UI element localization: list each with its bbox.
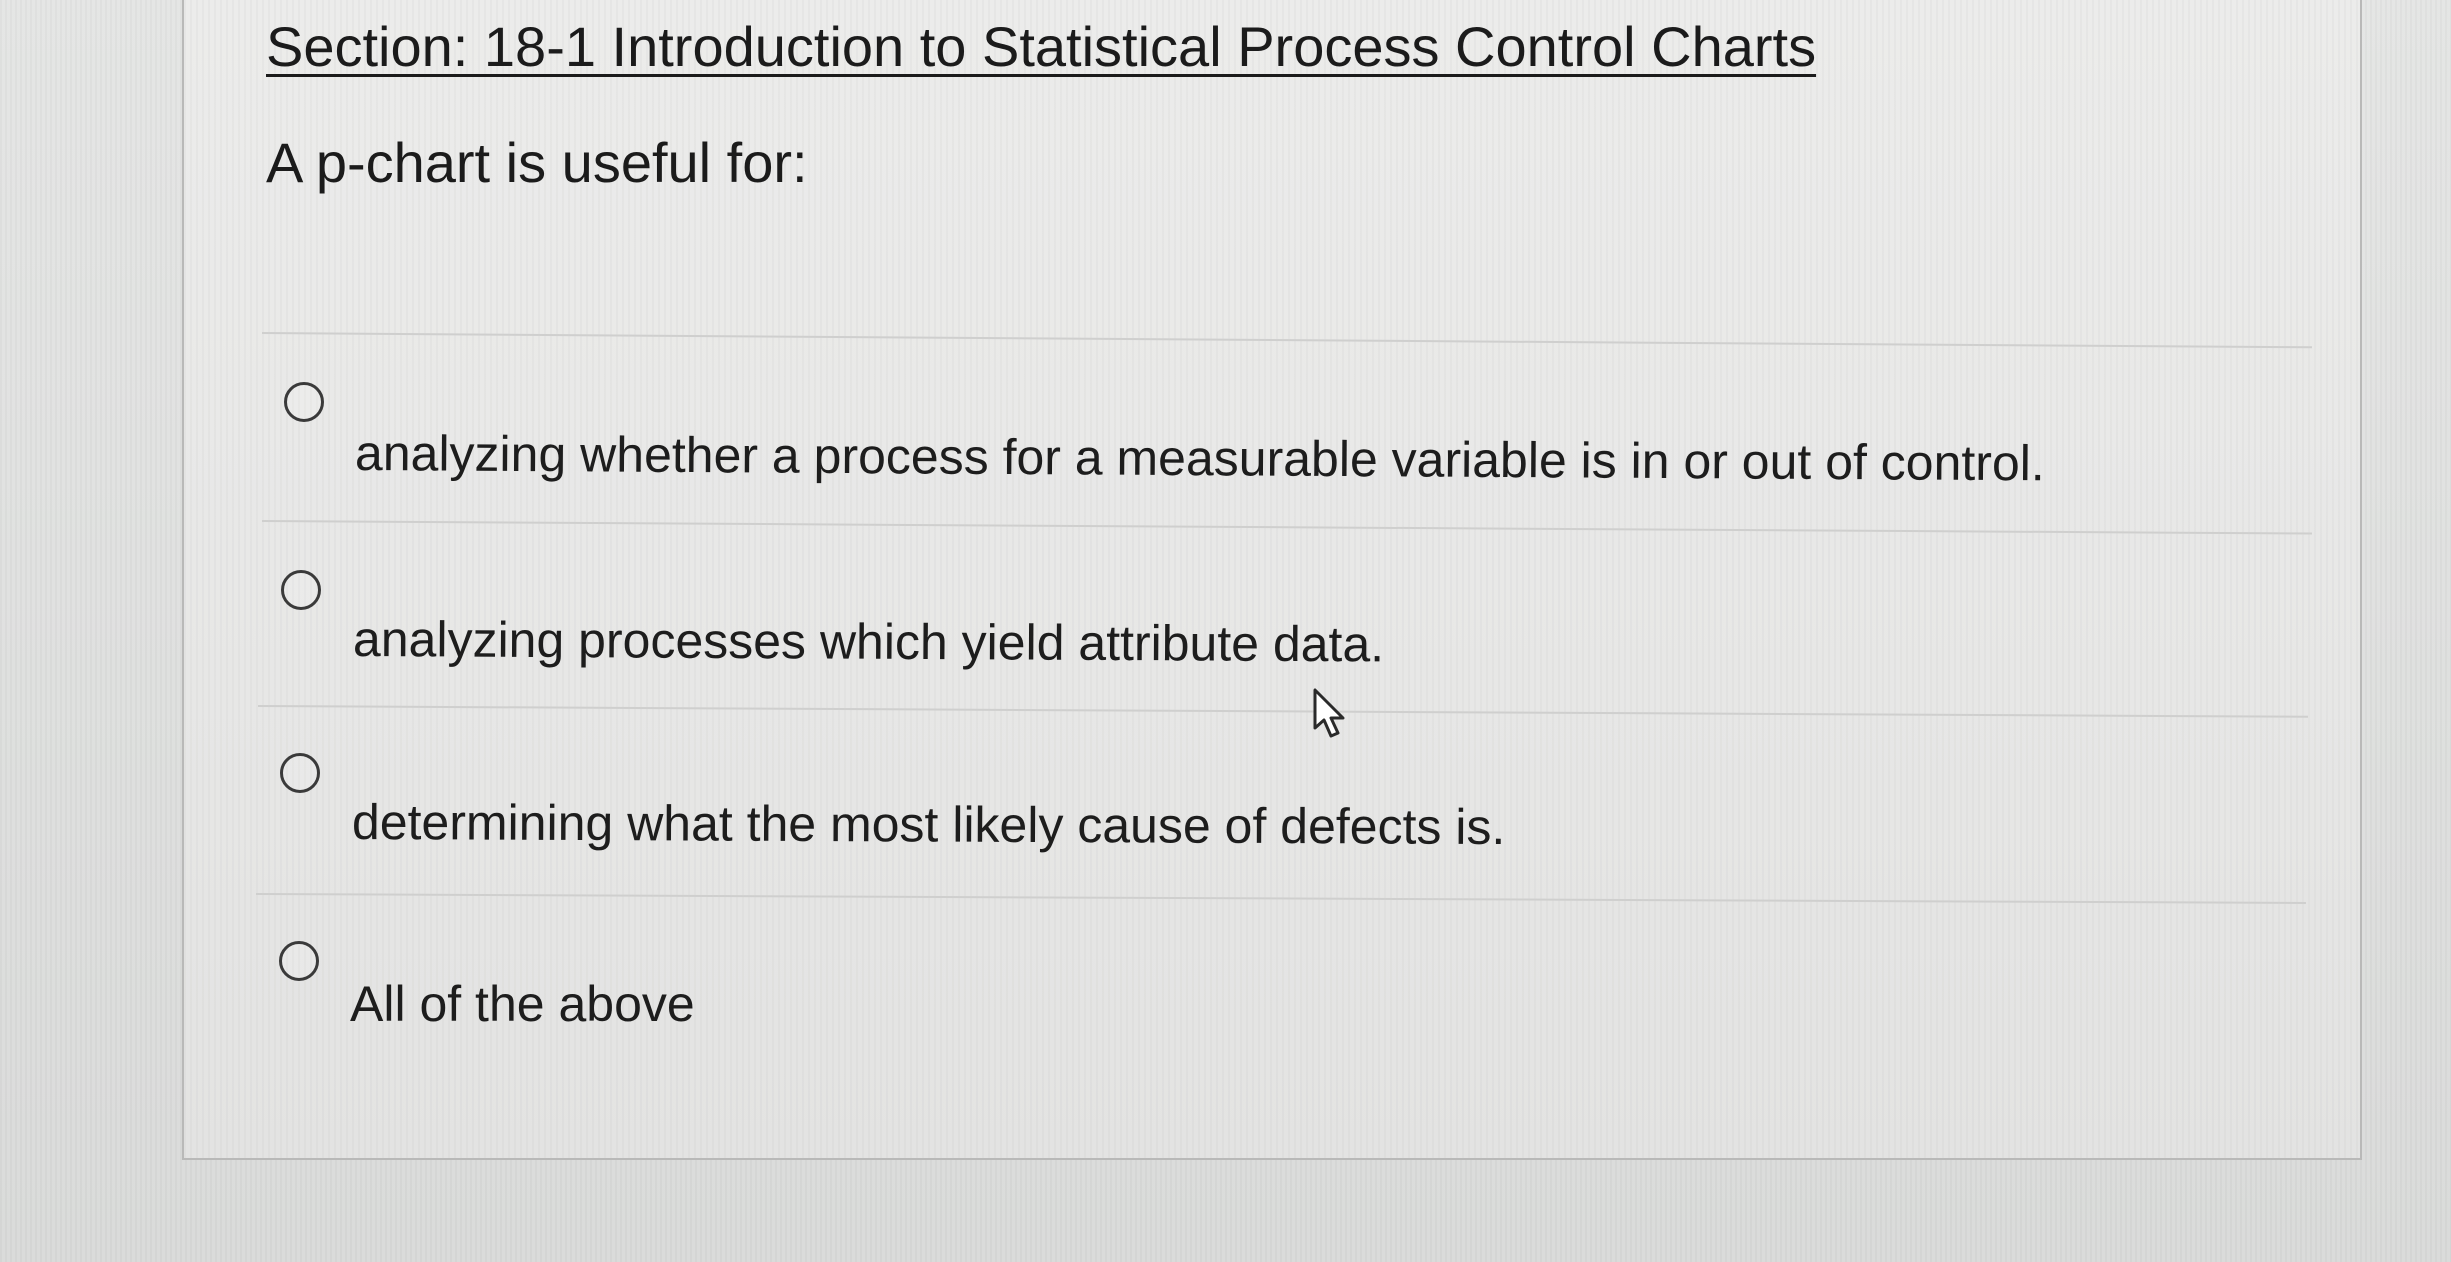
section-title: Section: 18-1 Introduction to Statistica…: [266, 15, 1817, 78]
answer-option-label[interactable]: analyzing processes which yield attribut…: [353, 608, 1384, 675]
mouse-pointer-icon: [1313, 688, 1345, 738]
question-prompt: A p-chart is useful for:: [266, 131, 808, 194]
answer-option-1[interactable]: analyzing whether a process for a measur…: [0, 370, 2451, 540]
answer-option-2[interactable]: analyzing processes which yield attribut…: [0, 560, 2451, 730]
radio-button-icon[interactable]: [279, 941, 319, 981]
answer-option-3[interactable]: determining what the most likely cause o…: [0, 745, 2451, 915]
answer-option-label[interactable]: All of the above: [350, 973, 695, 1035]
radio-button-icon[interactable]: [280, 753, 320, 793]
radio-button-icon[interactable]: [284, 382, 324, 422]
answer-option-label[interactable]: analyzing whether a process for a measur…: [355, 422, 2045, 494]
answer-option-label[interactable]: determining what the most likely cause o…: [352, 791, 1506, 858]
radio-button-icon[interactable]: [281, 570, 321, 610]
answer-option-4[interactable]: All of the above: [0, 935, 2451, 1105]
